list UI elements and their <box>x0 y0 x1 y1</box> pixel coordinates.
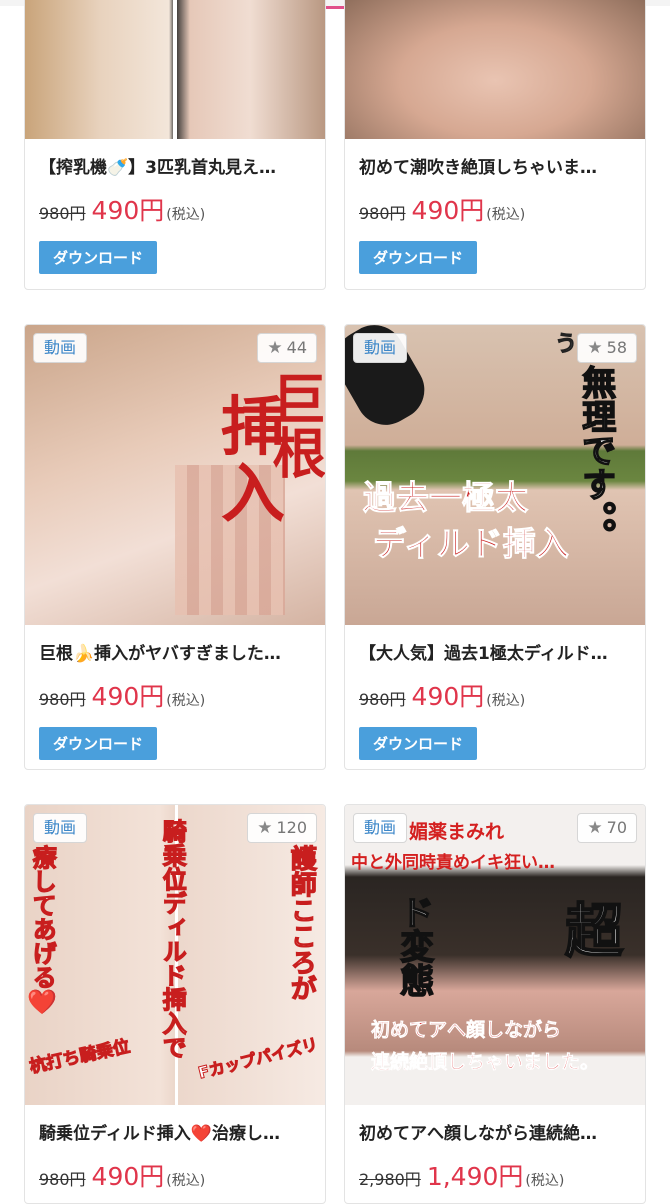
original-price: 980円 <box>39 1170 86 1189</box>
overlay-text: 連続絶頂しちゃいました。 <box>371 1051 600 1073</box>
overlay-text: 媚薬まみれ <box>409 821 505 843</box>
product-thumbnail[interactable]: 挿入 巨根 動画 ★ 44 <box>25 325 325 625</box>
overlay-text: ディルド挿入 <box>373 524 570 563</box>
favorite-count[interactable]: ★ 44 <box>257 333 317 363</box>
tax-label: (税込) <box>525 1173 565 1189</box>
favorite-count[interactable]: ★ 58 <box>577 333 637 363</box>
product-card[interactable]: 初めて潮吹き絶頂しちゃいま… 980円 490円 (税込) ダウンロード <box>344 0 646 290</box>
overlay-text: ド変態 <box>393 894 434 998</box>
sale-price: 490円 <box>91 682 165 711</box>
tax-label: (税込) <box>486 207 526 223</box>
favorite-count[interactable]: ★ 120 <box>247 813 317 843</box>
video-badge: 動画 <box>353 813 408 843</box>
overlay-text: 療してあげる❤️ <box>28 844 57 1019</box>
overlay-text: う <box>554 332 578 357</box>
star-icon: ★ <box>267 338 283 358</box>
product-title[interactable]: 騎乗位ディルド挿入❤️治療し… <box>39 1123 311 1145</box>
download-button[interactable]: ダウンロード <box>359 241 478 274</box>
product-card[interactable]: 騎乗位ディルド挿入で 護師こころが 療してあげる❤️ 杭打ち騎乗位 Fカップパイ… <box>24 804 326 1204</box>
overlay-text: 無理です。。 <box>575 364 616 553</box>
product-card[interactable]: 媚薬まみれ 中と外同時責めイキ狂い… ド変態 超 初めてアへ顔しながら 連続絶頂… <box>344 804 646 1204</box>
star-icon: ★ <box>587 338 603 358</box>
product-card[interactable]: う 無理です。。 過去一極太 ディルド挿入 動画 ★ 58 【大人気】過去1極太… <box>344 324 646 770</box>
overlay-text: 巨根 <box>262 371 325 479</box>
tax-label: (税込) <box>486 693 526 709</box>
product-title[interactable]: 初めてアへ顔しながら連続絶… <box>359 1123 631 1145</box>
overlay-text: 中と外同時責めイキ狂い… <box>351 853 555 873</box>
tax-label: (税込) <box>166 207 206 223</box>
download-button[interactable]: ダウンロード <box>39 727 158 760</box>
sale-price: 490円 <box>411 682 485 711</box>
video-badge: 動画 <box>33 813 88 843</box>
product-title[interactable]: 巨根🍌挿入がヤバすぎました… <box>39 643 311 665</box>
product-thumbnail[interactable] <box>345 0 645 139</box>
star-icon: ★ <box>587 818 603 838</box>
video-badge: 動画 <box>353 333 408 363</box>
download-button[interactable]: ダウンロード <box>359 727 478 760</box>
product-title[interactable]: 【大人気】過去1極太ディルド… <box>359 643 631 665</box>
favorite-count[interactable]: ★ 70 <box>577 813 637 843</box>
video-badge: 動画 <box>33 333 88 363</box>
original-price: 980円 <box>39 690 86 709</box>
sale-price: 490円 <box>91 196 165 225</box>
star-icon: ★ <box>257 818 273 838</box>
original-price: 980円 <box>359 690 406 709</box>
overlay-text: 護師こころが <box>286 844 317 1001</box>
original-price: 980円 <box>39 204 86 223</box>
product-title[interactable]: 初めて潮吹き絶頂しちゃいま… <box>359 157 631 179</box>
product-card[interactable]: 挿入 巨根 動画 ★ 44 巨根🍌挿入がヤバすぎました… 980円 490円 (… <box>24 324 326 770</box>
product-thumbnail[interactable]: う 無理です。。 過去一極太 ディルド挿入 動画 ★ 58 <box>345 325 645 625</box>
overlay-text: 過去一極太 <box>363 478 529 517</box>
product-thumbnail[interactable] <box>25 0 325 139</box>
tax-label: (税込) <box>166 693 206 709</box>
product-title[interactable]: 【搾乳機🍼】3匹乳首丸見え… <box>39 157 311 179</box>
product-thumbnail[interactable]: 騎乗位ディルド挿入で 護師こころが 療してあげる❤️ 杭打ち騎乗位 Fカップパイ… <box>25 805 325 1105</box>
tax-label: (税込) <box>166 1173 206 1189</box>
overlay-text: 初めてアへ顔しながら <box>371 1019 562 1041</box>
product-card[interactable]: 【搾乳機🍼】3匹乳首丸見え… 980円 490円 (税込) ダウンロード <box>24 0 326 290</box>
overlay-text: 騎乗位ディルド挿入で <box>158 818 187 1059</box>
overlay-text: 超 <box>564 897 624 965</box>
original-price: 980円 <box>359 204 406 223</box>
original-price: 2,980円 <box>359 1170 421 1189</box>
sale-price: 490円 <box>91 1162 165 1191</box>
sale-price: 490円 <box>411 196 485 225</box>
sale-price: 1,490円 <box>426 1162 524 1191</box>
download-button[interactable]: ダウンロード <box>39 241 158 274</box>
product-thumbnail[interactable]: 媚薬まみれ 中と外同時責めイキ狂い… ド変態 超 初めてアへ顔しながら 連続絶頂… <box>345 805 645 1105</box>
